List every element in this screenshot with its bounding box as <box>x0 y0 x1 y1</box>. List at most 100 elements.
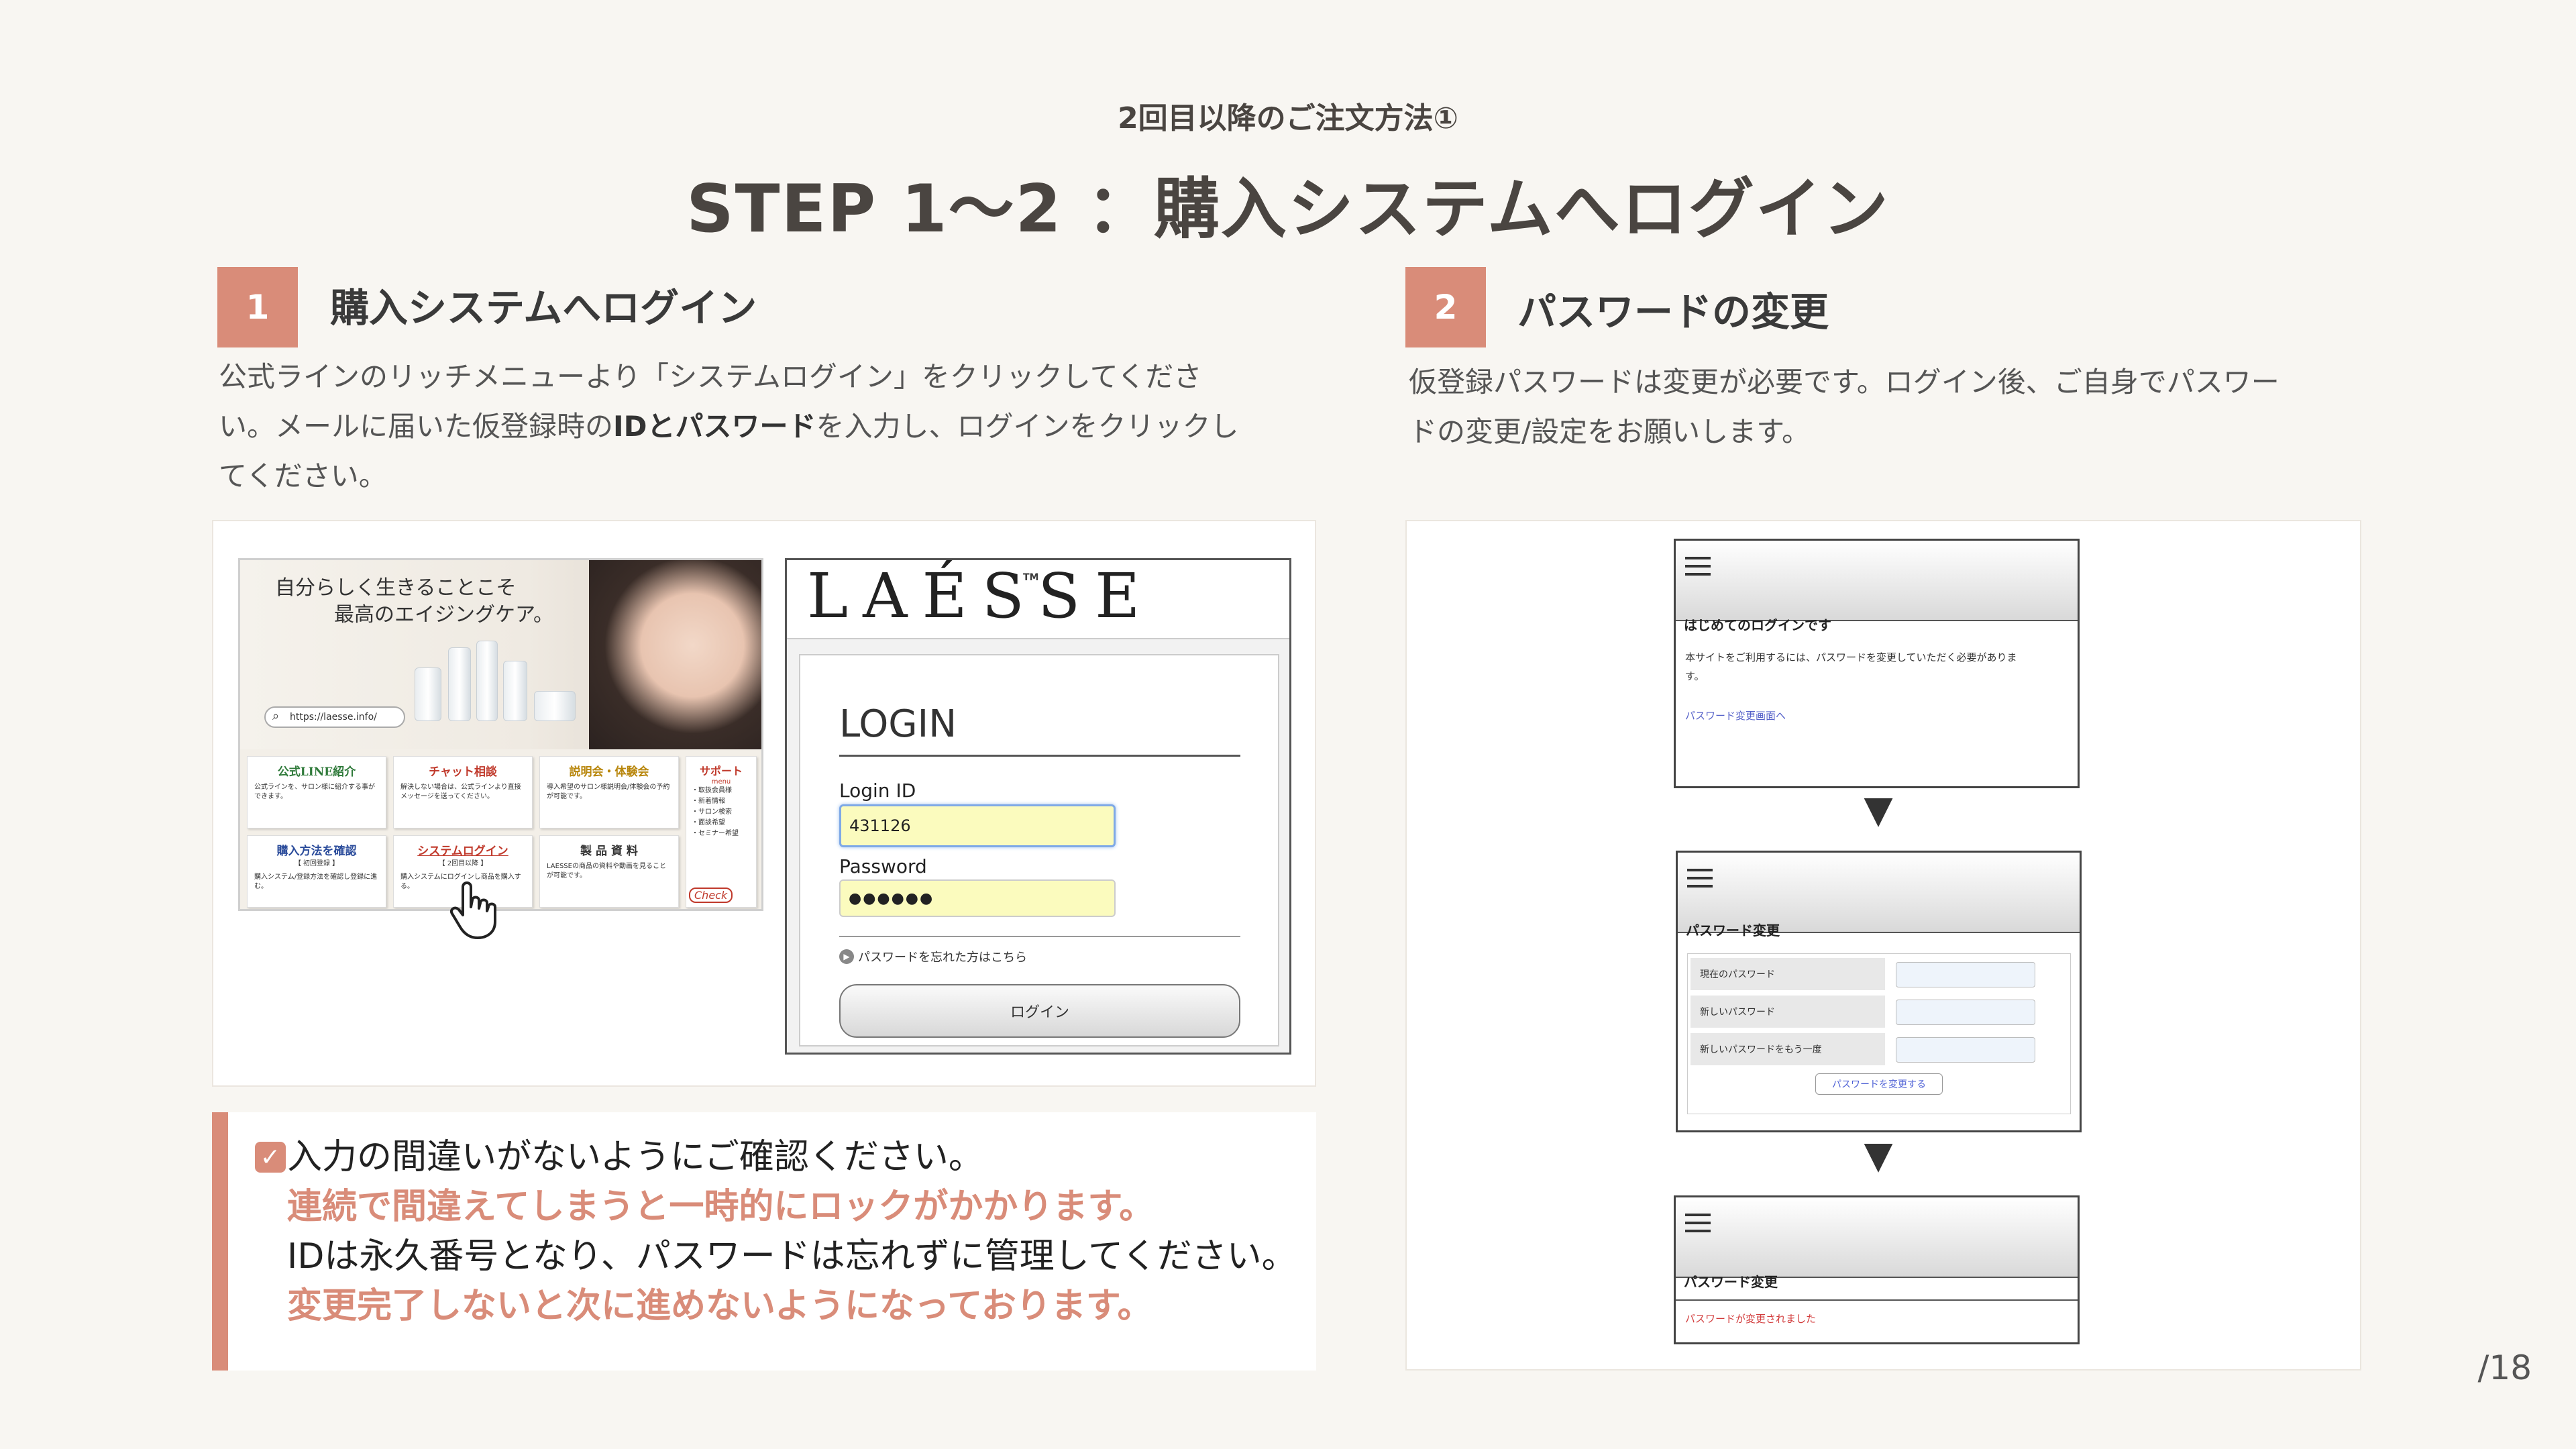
password-changed-screen: パスワード変更 パスワードが変更されました <box>1674 1195 2080 1344</box>
model-photo <box>589 560 761 749</box>
hamburger-menu-icon[interactable] <box>1685 1214 1711 1232</box>
page-number: /18 <box>2477 1348 2532 1387</box>
tile-title: サポート <box>699 765 743 777</box>
tile-title: チャット相談 <box>429 765 497 779</box>
banner-text-line-1: 自分らしく生きることこそ <box>275 576 517 600</box>
step-2-description: 仮登録パスワードは変更が必要です。ログイン後、ご自身でパスワー ドの変更/設定を… <box>1409 358 2482 457</box>
notice-line-2: 連続で間違えてしまうと一時的にロックがかかります。 <box>287 1187 1155 1227</box>
rich-menu-tile-support[interactable]: サポート menu ・取扱会員様 ・新着情報 ・サロン検索 ・面談希望 ・セミナ… <box>686 756 757 908</box>
step-1-title: 購入システムへログイン <box>330 285 757 331</box>
password-change-screen: パスワード変更 現在のパスワード 新しいパスワード 新しいパスワードをもう一度 … <box>1676 851 2082 1132</box>
login-heading: LOGIN <box>839 702 957 746</box>
tile-title: 説明会・体験会 <box>569 765 649 779</box>
brand-logo: LAÉSSE <box>807 560 1155 632</box>
tile-title: システムログイン <box>417 845 508 858</box>
step-2-title: パスワードの変更 <box>1517 289 1829 335</box>
login-id-input[interactable]: 431126 <box>839 804 1116 847</box>
checkbox-icon: ✓ <box>255 1142 286 1173</box>
go-to-password-change-link[interactable]: パスワード変更画面へ <box>1685 708 1786 722</box>
step-2-desc-line: 仮登録パスワードは変更が必要です。ログイン後、ご自身でパスワー <box>1409 366 2279 398</box>
confirm-password-label: 新しいパスワードをもう一度 <box>1690 1033 1885 1065</box>
first-login-title: はじめてのログインです <box>1684 617 1831 633</box>
login-form: LOGIN Login ID 431126 Password ●●●●●● ▶ … <box>799 654 1279 1046</box>
page-subtitle: 2回目以降のご注文方法① <box>1118 101 1458 136</box>
rich-menu-tile-purchase-guide[interactable]: 購入方法を確認 【 初回登録 】 購入システム/登録方法を確認し登録に進む。 <box>247 835 386 908</box>
check-stamp: Check <box>689 888 733 903</box>
password-changed-title: パスワード変更 <box>1684 1274 1778 1290</box>
support-item: ・新着情報 <box>692 798 725 805</box>
notice-line-3: IDは永久番号となり、パスワードは忘れずに管理してください。 <box>287 1236 1297 1277</box>
tile-body: 公式ラインを、サロン様に紹介する事ができます。 <box>254 784 375 800</box>
hamburger-menu-icon[interactable] <box>1687 869 1713 888</box>
step-1-description: 公式ラインのリッチメニューより「システムログイン」をクリックしてくださ い。メー… <box>219 352 1332 501</box>
desc-bold-text: IDとパスワード <box>613 410 816 443</box>
tile-subtitle: 【 2回目以降 】 <box>438 860 488 867</box>
tile-subtitle: 【 初回登録 】 <box>294 860 339 867</box>
rich-menu-tile-seminar[interactable]: 説明会・体験会 導入希望のサロン様説明会/体験会の予約が可能です。 <box>539 756 679 828</box>
current-password-label: 現在のパスワード <box>1690 958 1885 990</box>
step-1-desc-line: てください。 <box>219 460 387 492</box>
rich-menu-tile-chat[interactable]: チャット相談 解決しない場合は、公式ラインより直接メッセージを送ってください。 <box>393 756 533 828</box>
divider <box>1676 1299 2078 1301</box>
product-bottle-image <box>476 641 498 721</box>
first-login-screen: はじめてのログインです 本サイトをご利用するには、パスワードを変更していただく必… <box>1674 539 2080 788</box>
url-text: https://laesse.info/ <box>290 712 377 722</box>
login-header: LAÉSSE TM <box>787 560 1289 639</box>
line-rich-menu: 自分らしく生きることこそ 最高のエイジングケア。 ⌕ https://laess… <box>238 558 763 911</box>
search-icon: ⌕ <box>272 709 280 723</box>
tile-body: LAESSEの商品の資料や動画を見ることが可能です。 <box>547 863 666 879</box>
product-bottle-image <box>415 667 441 721</box>
product-bottle-image <box>448 647 471 721</box>
forgot-password-link[interactable]: ▶ パスワードを忘れた方はこちら <box>839 948 1027 965</box>
banner-text-line-2: 最高のエイジングケア。 <box>334 603 553 627</box>
current-password-input[interactable] <box>1896 962 2035 987</box>
screen-header: パスワード変更 <box>1676 1197 2078 1290</box>
product-jar-image <box>534 691 576 721</box>
step-2-badge: 2 <box>1405 267 1486 347</box>
tile-title: 製 品 資 料 <box>580 845 638 858</box>
new-password-input[interactable] <box>1896 1000 2035 1025</box>
step-1-badge: 1 <box>217 267 298 347</box>
password-change-form: 現在のパスワード 新しいパスワード 新しいパスワードをもう一度 パスワードを変更… <box>1687 953 2071 1114</box>
login-divider <box>839 755 1240 757</box>
step-1-desc-line: 公式ラインのリッチメニューより「システムログイン」をクリックしてくださ <box>219 360 1202 393</box>
tile-title: 公式LINE紹介 <box>277 765 356 779</box>
first-login-text: 本サイトをご利用するには、パスワードを変更していただく必要がありま す。 <box>1685 648 2074 686</box>
down-arrow-icon: ▼ <box>1864 788 1893 832</box>
password-label: Password <box>839 855 927 877</box>
forgot-password-text: パスワードを忘れた方はこちら <box>858 951 1027 965</box>
down-arrow-icon: ▼ <box>1864 1134 1893 1177</box>
confirm-password-input[interactable] <box>1896 1037 2035 1063</box>
notice-box: ✓ 入力の間違いがないようにご確認ください。 連続で間違えてしまうと一時的にロッ… <box>212 1112 1316 1371</box>
tile-title: 購入方法を確認 <box>276 845 357 858</box>
chevron-right-icon: ▶ <box>839 949 854 964</box>
support-item: ・セミナー希望 <box>692 830 739 837</box>
notice-line-1: 入力の間違いがないようにご確認ください。 <box>287 1137 983 1177</box>
rich-menu-tile-line-intro[interactable]: 公式LINE紹介 公式ラインを、サロン様に紹介する事ができます。 <box>247 756 386 828</box>
login-button[interactable]: ログイン <box>839 984 1240 1038</box>
hamburger-menu-icon[interactable] <box>1685 557 1711 576</box>
screen-header: はじめてのログインです <box>1676 541 2078 633</box>
password-changed-message: パスワードが変更されました <box>1685 1313 1817 1325</box>
login-id-label: Login ID <box>839 780 916 802</box>
support-item: ・サロン検索 <box>692 808 732 816</box>
login-screen: LAÉSSE TM LOGIN Login ID 431126 Password… <box>785 558 1291 1055</box>
rich-menu-banner: 自分らしく生きることこそ 最高のエイジングケア。 ⌕ https://laess… <box>240 560 761 749</box>
password-change-title: パスワード変更 <box>1686 922 1780 938</box>
tile-body: 解決しない場合は、公式ラインより直接メッセージを送ってください。 <box>400 784 521 800</box>
support-item: ・取扱会員様 <box>692 787 732 794</box>
support-item: ・面談希望 <box>692 819 725 826</box>
tile-body: 導入希望のサロン様説明会/体験会の予約が可能です。 <box>547 784 670 800</box>
rich-menu-url-bar: ⌕ https://laesse.info/ <box>264 706 405 728</box>
desc-text: い。メールに届いた仮登録時の <box>219 410 614 443</box>
text-line: 本サイトをご利用するには、パスワードを変更していただく必要がありま <box>1685 651 2017 663</box>
page-title: STEP 1〜2 ：購入システムへログイン <box>686 171 1890 248</box>
password-input[interactable]: ●●●●●● <box>839 879 1116 917</box>
rich-menu-tile-documents[interactable]: 製 品 資 料 LAESSEの商品の資料や動画を見ることが可能です。 <box>539 835 679 908</box>
step-2-desc-line: ドの変更/設定をお願いします。 <box>1409 415 1810 448</box>
notice-line-4: 変更完了しないと次に進めないようになっております。 <box>287 1286 1152 1326</box>
support-items: ・取扱会員様 ・新着情報 ・サロン検索 ・面談希望 ・セミナー希望 <box>686 786 756 839</box>
change-password-button[interactable]: パスワードを変更する <box>1815 1073 1943 1095</box>
trademark-mark: TM <box>1023 572 1039 583</box>
login-divider <box>839 936 1240 937</box>
